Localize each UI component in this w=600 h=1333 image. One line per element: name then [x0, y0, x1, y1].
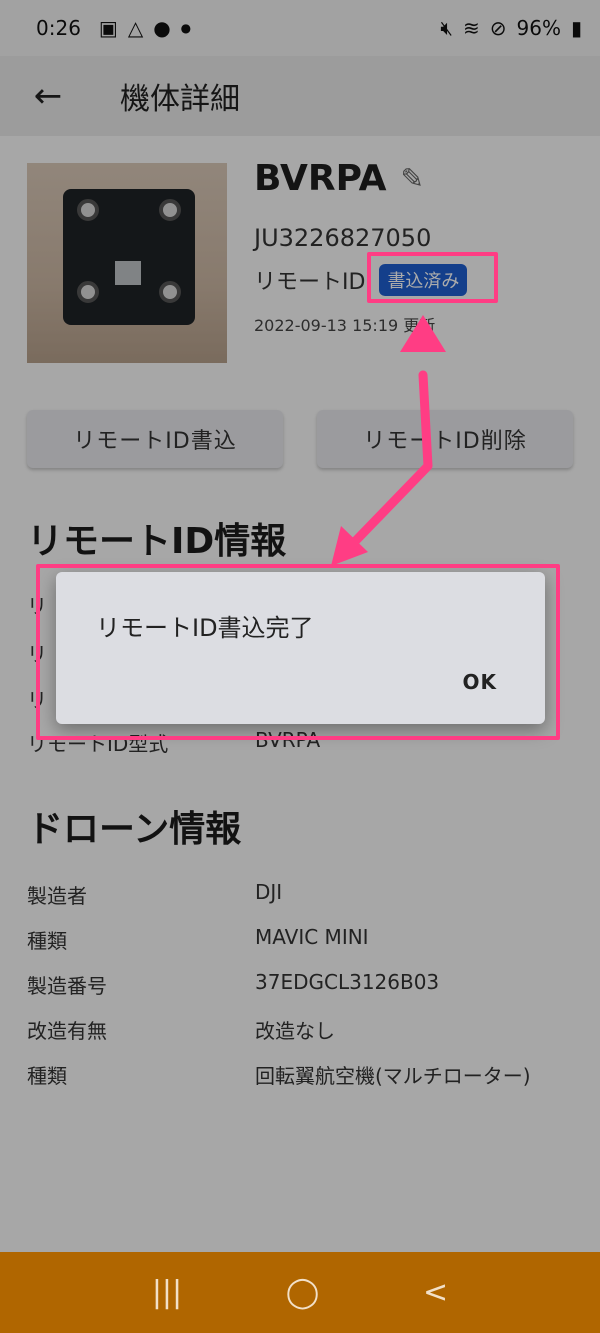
home-icon[interactable]: ◯ [286, 1275, 320, 1310]
back-nav-icon[interactable]: < [423, 1275, 448, 1310]
system-nav-bar: ||| ◯ < [0, 1252, 600, 1333]
recent-apps-icon[interactable]: ||| [152, 1275, 182, 1310]
arrow-up-head [400, 315, 446, 352]
annotation-arrow-line [335, 370, 433, 562]
annotation-arrows [331, 315, 446, 566]
